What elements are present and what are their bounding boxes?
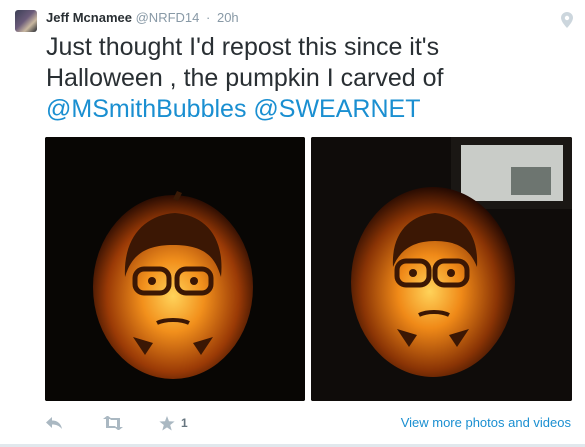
- reply-icon: [46, 417, 62, 429]
- tweet-photo-2[interactable]: [311, 137, 572, 401]
- tweet-text-line-3: @MSmithBubbles @SWEARNET: [46, 94, 566, 125]
- author-name[interactable]: Jeff Mcnamee: [46, 10, 132, 25]
- tweet-timestamp[interactable]: 20h: [217, 10, 239, 25]
- tweet-photo-1[interactable]: [45, 137, 305, 401]
- author-handle[interactable]: @NRFD14: [136, 10, 200, 25]
- tweet-text: Just thought I'd repost this since it's …: [46, 32, 566, 125]
- mention-link-msmithbubbles[interactable]: @MSmithBubbles: [46, 95, 246, 123]
- retweet-button[interactable]: [102, 414, 124, 432]
- tweet-text-line-2: Halloween , the pumpkin I carved of: [46, 64, 444, 92]
- avatar[interactable]: [15, 10, 37, 32]
- view-more-photos-link[interactable]: View more photos and videos: [401, 415, 571, 430]
- tweet-header: Jeff Mcnamee @NRFD14 · 20h: [46, 9, 239, 27]
- mention-link-swearnet[interactable]: @SWEARNET: [253, 95, 420, 123]
- retweet-icon: [103, 416, 123, 430]
- location-pin-icon[interactable]: [561, 12, 573, 28]
- separator: ·: [206, 10, 211, 25]
- tweet-text-line-1: Just thought I'd repost this since it's: [46, 33, 440, 61]
- reply-button[interactable]: [45, 414, 63, 432]
- star-icon: [159, 415, 175, 430]
- favorite-button[interactable]: 1: [159, 414, 188, 432]
- favorite-count: 1: [181, 416, 188, 430]
